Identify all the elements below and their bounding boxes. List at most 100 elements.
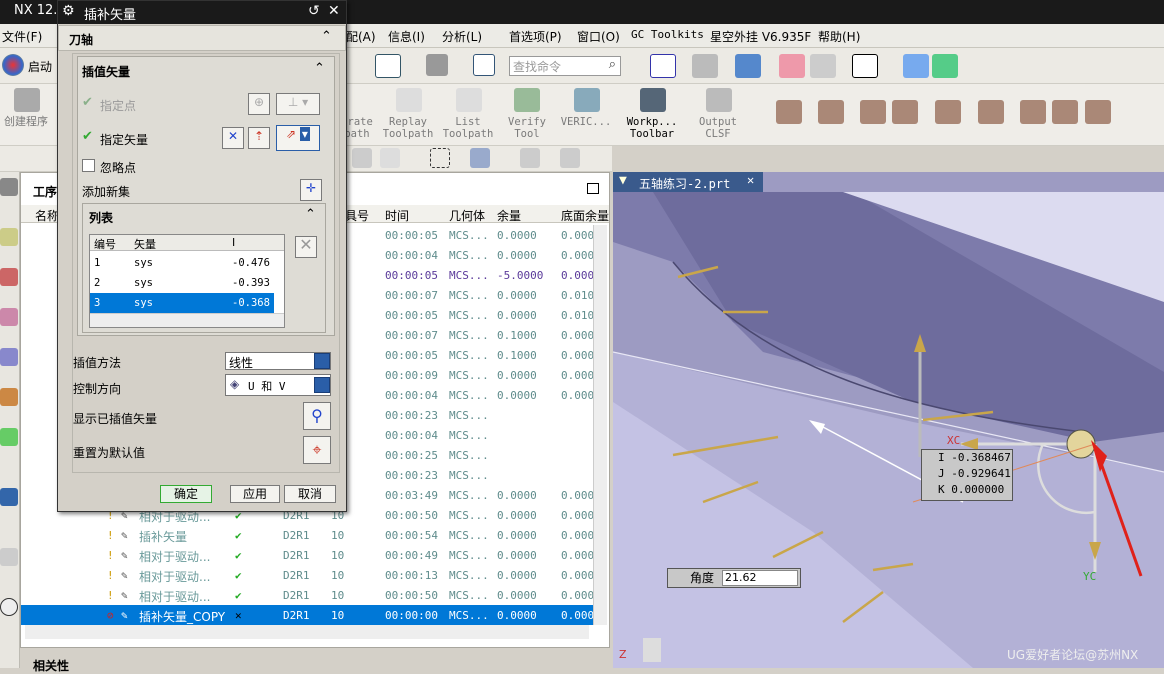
table-row[interactable]: ⊘ ✎ 插补矢量_COPY ✕ D2R1 10 00:00:00 MCS... 0.0000 0.… <box>21 605 594 625</box>
col-floor-stock[interactable]: 底面余量 <box>561 207 609 224</box>
cancel-button[interactable]: 取消 <box>284 485 336 503</box>
menu-window[interactable]: 窗口(O) <box>577 28 620 45</box>
apply-button[interactable]: 应用 <box>230 485 280 503</box>
maximize-icon[interactable] <box>587 183 599 194</box>
vector-list[interactable]: 编号 矢量 I 1 sys -0.476 2 sys -0.393 3 sys -0.368 <box>89 234 285 328</box>
vector-list-row[interactable]: 3 sys -0.368 <box>90 293 274 313</box>
control-dir-select[interactable]: ◈ U 和 V <box>225 374 331 396</box>
collapse-interp-icon[interactable]: ⌃ <box>314 61 325 76</box>
replay-toolpath-label[interactable]: Replay Toolpath <box>380 116 436 140</box>
vector-list-row[interactable]: 2 sys -0.393 <box>90 273 274 293</box>
vector-type-button[interactable]: ⇗ ▾ <box>276 125 320 151</box>
horizontal-scrollbar[interactable] <box>25 625 589 639</box>
web-icon[interactable] <box>0 488 18 506</box>
list-col-i[interactable]: I <box>232 236 235 249</box>
point-icon[interactable] <box>380 148 400 168</box>
collapse-icon[interactable]: ⌃ <box>321 29 332 44</box>
menu-gc-toolkits[interactable]: GC Toolkits <box>631 28 704 41</box>
col-time[interactable]: 时间 <box>385 207 409 224</box>
document-icon[interactable] <box>0 548 18 566</box>
point-dialog-button[interactable]: ⊕ <box>248 93 270 115</box>
table-row[interactable]: ! ✎ 相对于驱动... ✔ D2R1 10 00:00:50 MCS... 0.0000 0.0… <box>21 585 594 605</box>
vector-list-row[interactable]: 1 sys -0.476 <box>90 253 274 273</box>
table-row[interactable]: ! ✎ 插补矢量 ✔ D2R1 10 00:00:54 MCS... 0.0000 0.000 <box>21 525 594 545</box>
delete-vector-button[interactable]: ✕ <box>295 236 317 258</box>
vericut-label[interactable]: VERIC... <box>558 116 614 128</box>
search-icon[interactable]: ⌕ <box>609 57 616 72</box>
menu-preferences[interactable]: 首选项(P) <box>509 28 562 45</box>
color-icon[interactable] <box>426 54 448 76</box>
list-h-scrollbar[interactable] <box>90 313 284 327</box>
point-type-button[interactable]: ⊥ ▾ <box>276 93 320 115</box>
op-icon-6[interactable] <box>978 100 1004 124</box>
menu-plugin[interactable]: 星空外挂 V6.935F <box>710 28 811 45</box>
graphics-viewport[interactable]: XC YC I -0.368467 J -0.929641 K 0.000000… <box>613 172 1164 668</box>
chevron-down-icon[interactable] <box>314 353 330 369</box>
op-icon-2[interactable] <box>818 100 844 124</box>
close-tab-icon[interactable]: ✕ <box>747 173 754 187</box>
replay-icon[interactable] <box>396 88 422 112</box>
add-new-set-button[interactable]: ✛ <box>300 179 322 201</box>
shaded-icon[interactable] <box>735 54 761 78</box>
col-geometry[interactable]: 几何体 <box>449 207 485 224</box>
history-icon[interactable] <box>0 428 18 446</box>
list-col-vector[interactable]: 矢量 <box>134 236 156 252</box>
ignore-point-checkbox[interactable] <box>82 159 95 172</box>
machine-tool-icon[interactable] <box>0 268 18 286</box>
curve-icon[interactable] <box>520 148 540 168</box>
settings-icon[interactable] <box>0 178 18 196</box>
angle-field[interactable]: 21.62 <box>722 570 798 586</box>
reset-default-button[interactable]: ⌖ <box>303 436 331 464</box>
vector-dialog-button[interactable]: ⇡ <box>248 127 270 149</box>
method-icon[interactable] <box>0 348 18 366</box>
chevron-down-icon[interactable] <box>314 377 330 393</box>
create-program-icon[interactable] <box>14 88 40 112</box>
list-toolpath-label[interactable]: List Toolpath <box>440 116 496 140</box>
library-icon[interactable] <box>0 388 18 406</box>
ok-button[interactable]: 确定 <box>160 485 212 503</box>
table-row[interactable]: ! ✎ 相对于驱动... ✔ D2R1 10 00:00:13 MCS... 0.0000 0.0… <box>21 565 594 585</box>
op-icon-9[interactable] <box>1085 100 1111 124</box>
output-icon[interactable] <box>706 88 732 112</box>
layer-icon[interactable] <box>779 54 805 78</box>
menu-help[interactable]: 帮助(H) <box>818 28 860 45</box>
op-icon-4[interactable] <box>892 100 918 124</box>
menu-file[interactable]: 文件(F) <box>2 28 42 45</box>
interp-method-select[interactable]: 线性 <box>225 352 331 370</box>
solid-icon[interactable] <box>470 148 490 168</box>
import-icon[interactable] <box>932 54 958 78</box>
box-select-icon[interactable] <box>430 148 450 168</box>
vertical-scrollbar[interactable] <box>593 225 607 625</box>
reset-icon[interactable]: ↺ <box>308 3 320 19</box>
reverse-direction-button[interactable]: ✕ <box>222 127 244 149</box>
fit-icon[interactable] <box>650 54 676 78</box>
table-row[interactable]: ! ✎ 相对于驱动... ✔ D2R1 10 00:00:49 MCS... 0.0000 0.0… <box>21 545 594 565</box>
background-icon[interactable] <box>852 54 878 78</box>
vector-coordinate-box[interactable]: I -0.368467 J -0.929641 K 0.000000 <box>921 449 1013 501</box>
start-label[interactable]: 启动 <box>28 58 52 75</box>
output-clsf-label[interactable]: Output CLSF <box>690 116 746 140</box>
workpiece-toolbar-label[interactable]: Workp... Toolbar <box>624 116 680 140</box>
command-search-input[interactable]: 查找命令 ⌕ <box>509 56 621 76</box>
render-icon[interactable] <box>692 54 718 78</box>
part-tab[interactable]: ▼ 五轴练习-2.prt ✕ <box>613 172 763 192</box>
gear-icon[interactable]: ⚙ <box>62 3 75 19</box>
vericut-icon[interactable] <box>574 88 600 112</box>
snap-icon[interactable] <box>352 148 372 168</box>
menu-info[interactable]: 信息(I) <box>388 28 425 45</box>
clock-icon[interactable] <box>0 598 18 616</box>
workpiece-icon[interactable] <box>640 88 666 112</box>
col-stock[interactable]: 余量 <box>497 207 521 224</box>
list-icon[interactable] <box>456 88 482 112</box>
export-icon[interactable] <box>903 54 929 78</box>
wcs-icon[interactable] <box>375 54 401 78</box>
col-name[interactable]: 名称 <box>35 207 59 224</box>
col-tool-number[interactable]: 具号 <box>345 207 369 224</box>
info-icon[interactable] <box>473 54 495 76</box>
view-icon[interactable] <box>810 54 836 78</box>
op-icon-8[interactable] <box>1052 100 1078 124</box>
create-program-label[interactable]: 创建程序 <box>0 116 52 128</box>
verify-icon[interactable] <box>514 88 540 112</box>
menu-assembly[interactable]: 配(A) <box>346 28 376 45</box>
op-icon-1[interactable] <box>776 100 802 124</box>
